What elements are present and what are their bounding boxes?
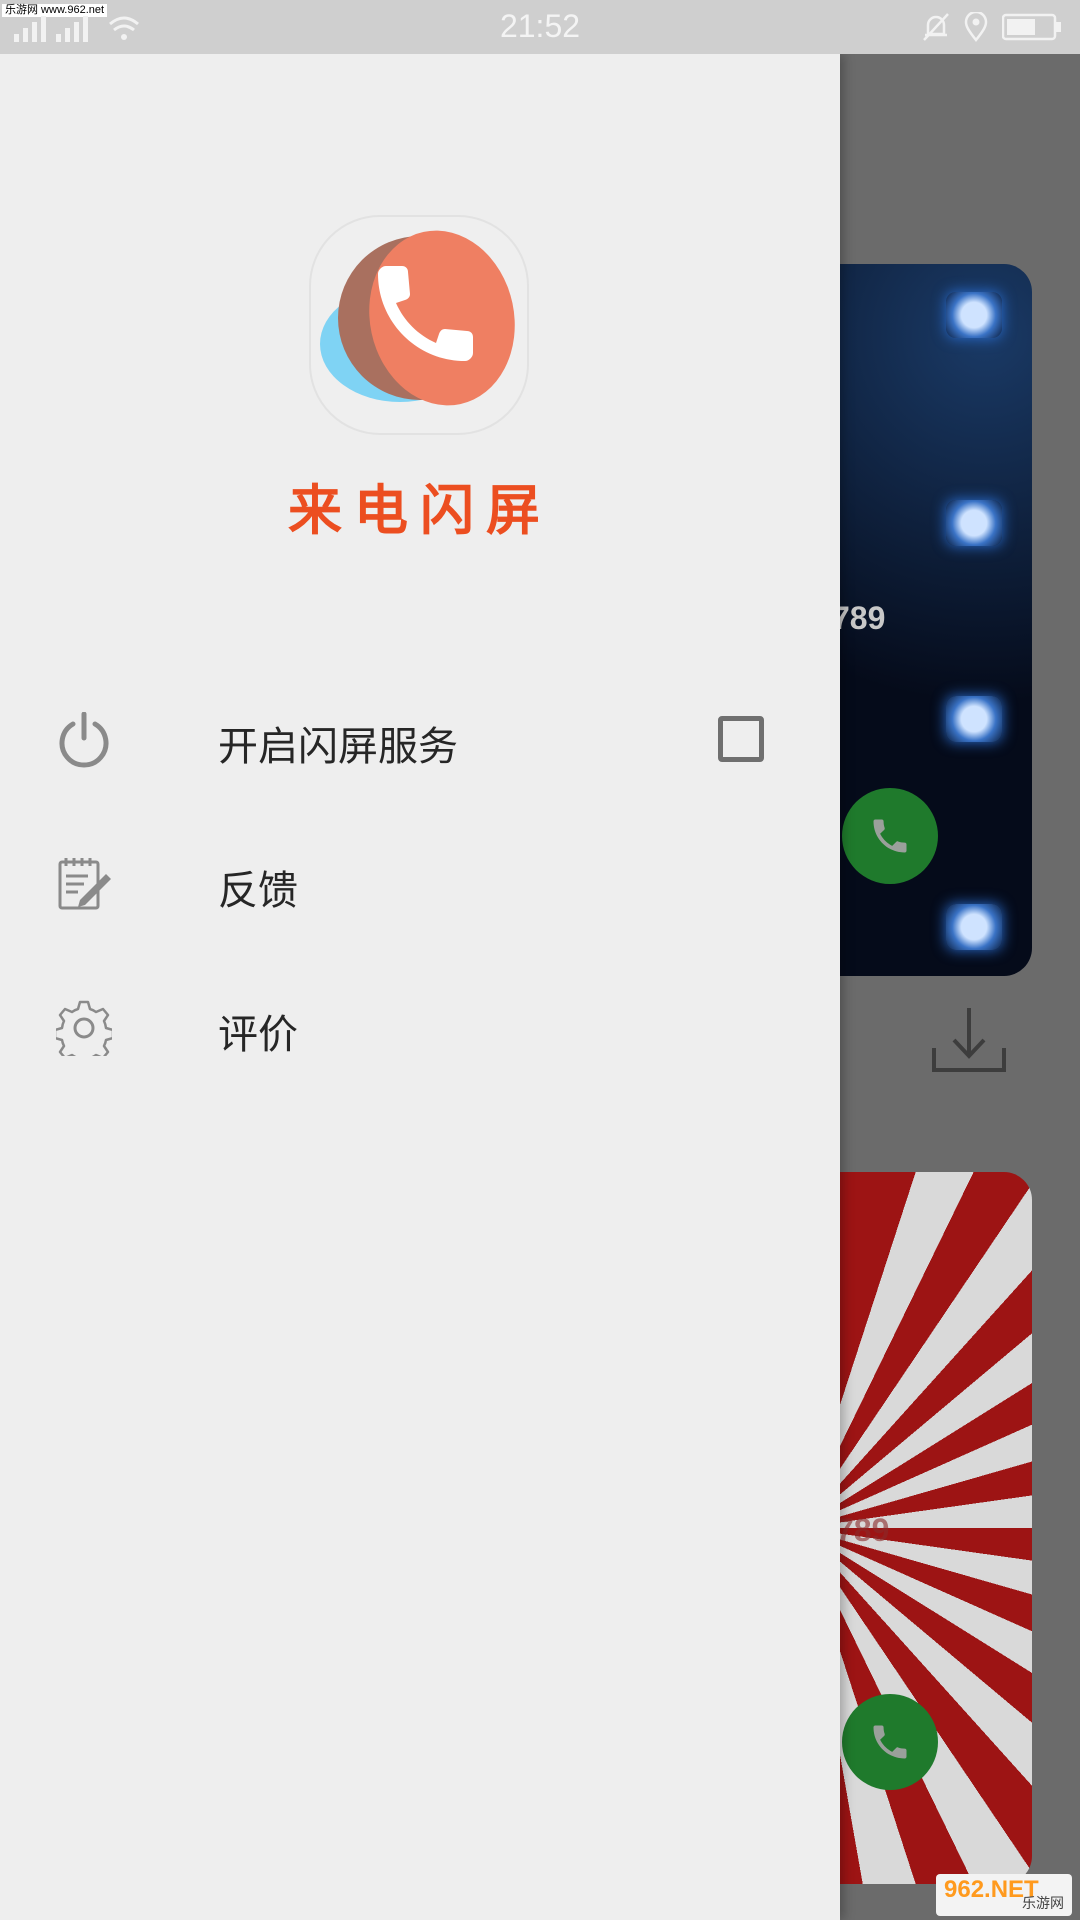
menu-item-rate[interactable]: 评价 (0, 976, 840, 1076)
light-tile (946, 292, 1002, 338)
phone-icon (873, 1725, 907, 1759)
app-logo (308, 214, 530, 436)
app-logo-icon (309, 215, 529, 435)
navigation-drawer: 来电闪屏 开启闪屏服务 反馈 评价 (0, 54, 840, 1920)
status-right-icons (922, 12, 1062, 42)
edit-note-icon (58, 858, 111, 910)
watermark-sub: 乐游网 (1022, 1896, 1064, 1912)
menu-item-feedback[interactable]: 反馈 (0, 832, 840, 932)
card-number: 789 (836, 1512, 890, 1548)
answer-call-button[interactable] (842, 1694, 938, 1790)
gear-icon (56, 1000, 112, 1056)
flash-service-checkbox[interactable] (718, 716, 764, 762)
site-watermark: 962.NET 乐游网 (936, 1874, 1072, 1916)
download-button[interactable] (930, 1004, 1008, 1080)
phone-icon (873, 819, 907, 853)
light-tile (946, 904, 1002, 950)
location-icon (964, 12, 988, 42)
menu-label-rate: 评价 (218, 1012, 298, 1058)
menu-label-feedback: 反馈 (218, 868, 298, 914)
menu-label-flash-service: 开启闪屏服务 (218, 724, 458, 770)
battery-icon (1002, 13, 1061, 41)
answer-call-button[interactable] (842, 788, 938, 884)
light-tile (946, 696, 1002, 742)
app-name: 来电闪屏 (288, 478, 552, 542)
status-bar: 乐游网 www.962.net 21:52 (0, 0, 1080, 54)
download-icon (932, 1008, 1006, 1072)
power-icon (59, 712, 109, 768)
light-tile (946, 500, 1002, 546)
status-time: 21:52 (499, 8, 581, 44)
card-number: 789 (832, 600, 886, 636)
menu-item-flash-service[interactable]: 开启闪屏服务 (0, 688, 840, 788)
bell-muted-icon (923, 13, 949, 41)
